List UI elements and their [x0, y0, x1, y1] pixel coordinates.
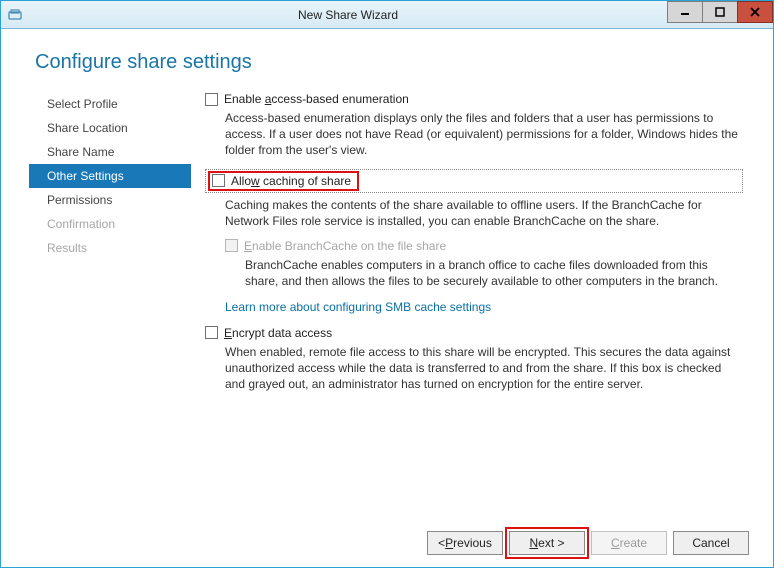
- nav-permissions[interactable]: Permissions: [29, 188, 191, 212]
- option-encrypt: Encrypt data access When enabled, remote…: [205, 326, 743, 393]
- window-controls: [667, 1, 773, 28]
- abe-label: Enable access-based enumeration: [224, 92, 409, 106]
- option-abe: Enable access-based enumeration Access-b…: [205, 92, 743, 159]
- nav-other-settings[interactable]: Other Settings: [29, 164, 191, 188]
- page-heading: Configure share settings: [1, 29, 773, 92]
- titlebar: New Share Wizard: [1, 1, 773, 29]
- wizard-nav: Select Profile Share Location Share Name…: [1, 92, 191, 402]
- branch-label: Enable BranchCache on the file share: [244, 239, 446, 253]
- encrypt-label: Encrypt data access: [224, 326, 332, 340]
- nav-share-name[interactable]: Share Name: [29, 140, 191, 164]
- branch-checkbox: [225, 239, 238, 252]
- nav-confirmation: Confirmation: [29, 212, 191, 236]
- nav-select-profile[interactable]: Select Profile: [29, 92, 191, 116]
- maximize-button[interactable]: [702, 1, 738, 23]
- cancel-button[interactable]: Cancel: [673, 531, 749, 555]
- smb-cache-link[interactable]: Learn more about configuring SMB cache s…: [225, 299, 739, 315]
- next-button[interactable]: Next >: [509, 531, 585, 555]
- nav-results: Results: [29, 236, 191, 260]
- encrypt-row[interactable]: Encrypt data access: [205, 326, 743, 340]
- cache-desc: Caching makes the contents of the share …: [225, 197, 739, 229]
- encrypt-desc: When enabled, remote file access to this…: [225, 344, 739, 393]
- option-cache: Allow caching of share Caching makes the…: [205, 169, 743, 316]
- encrypt-checkbox[interactable]: [205, 326, 218, 339]
- nav-share-location[interactable]: Share Location: [29, 116, 191, 140]
- abe-desc: Access-based enumeration displays only t…: [225, 110, 739, 159]
- branch-row: Enable BranchCache on the file share: [225, 239, 743, 253]
- cache-focus-outline: Allow caching of share: [205, 169, 743, 193]
- abe-checkbox[interactable]: [205, 93, 218, 106]
- minimize-button[interactable]: [667, 1, 703, 23]
- app-icon: [1, 8, 29, 22]
- branch-desc: BranchCache enables computers in a branc…: [245, 257, 739, 289]
- window-title: New Share Wizard: [29, 8, 667, 22]
- cache-checkbox[interactable]: [212, 174, 225, 187]
- create-button: Create: [591, 531, 667, 555]
- wizard-window: New Share Wizard Configure share setting…: [0, 0, 774, 568]
- abe-row[interactable]: Enable access-based enumeration: [205, 92, 743, 106]
- close-button[interactable]: [737, 1, 773, 23]
- previous-button[interactable]: < Previous: [427, 531, 503, 555]
- cache-highlight: Allow caching of share: [208, 171, 359, 191]
- cache-label: Allow caching of share: [231, 174, 351, 188]
- settings-panel: Enable access-based enumeration Access-b…: [191, 92, 747, 402]
- wizard-footer: < Previous Next > Create Cancel: [427, 531, 749, 555]
- option-branchcache: Enable BranchCache on the file share Bra…: [225, 239, 743, 289]
